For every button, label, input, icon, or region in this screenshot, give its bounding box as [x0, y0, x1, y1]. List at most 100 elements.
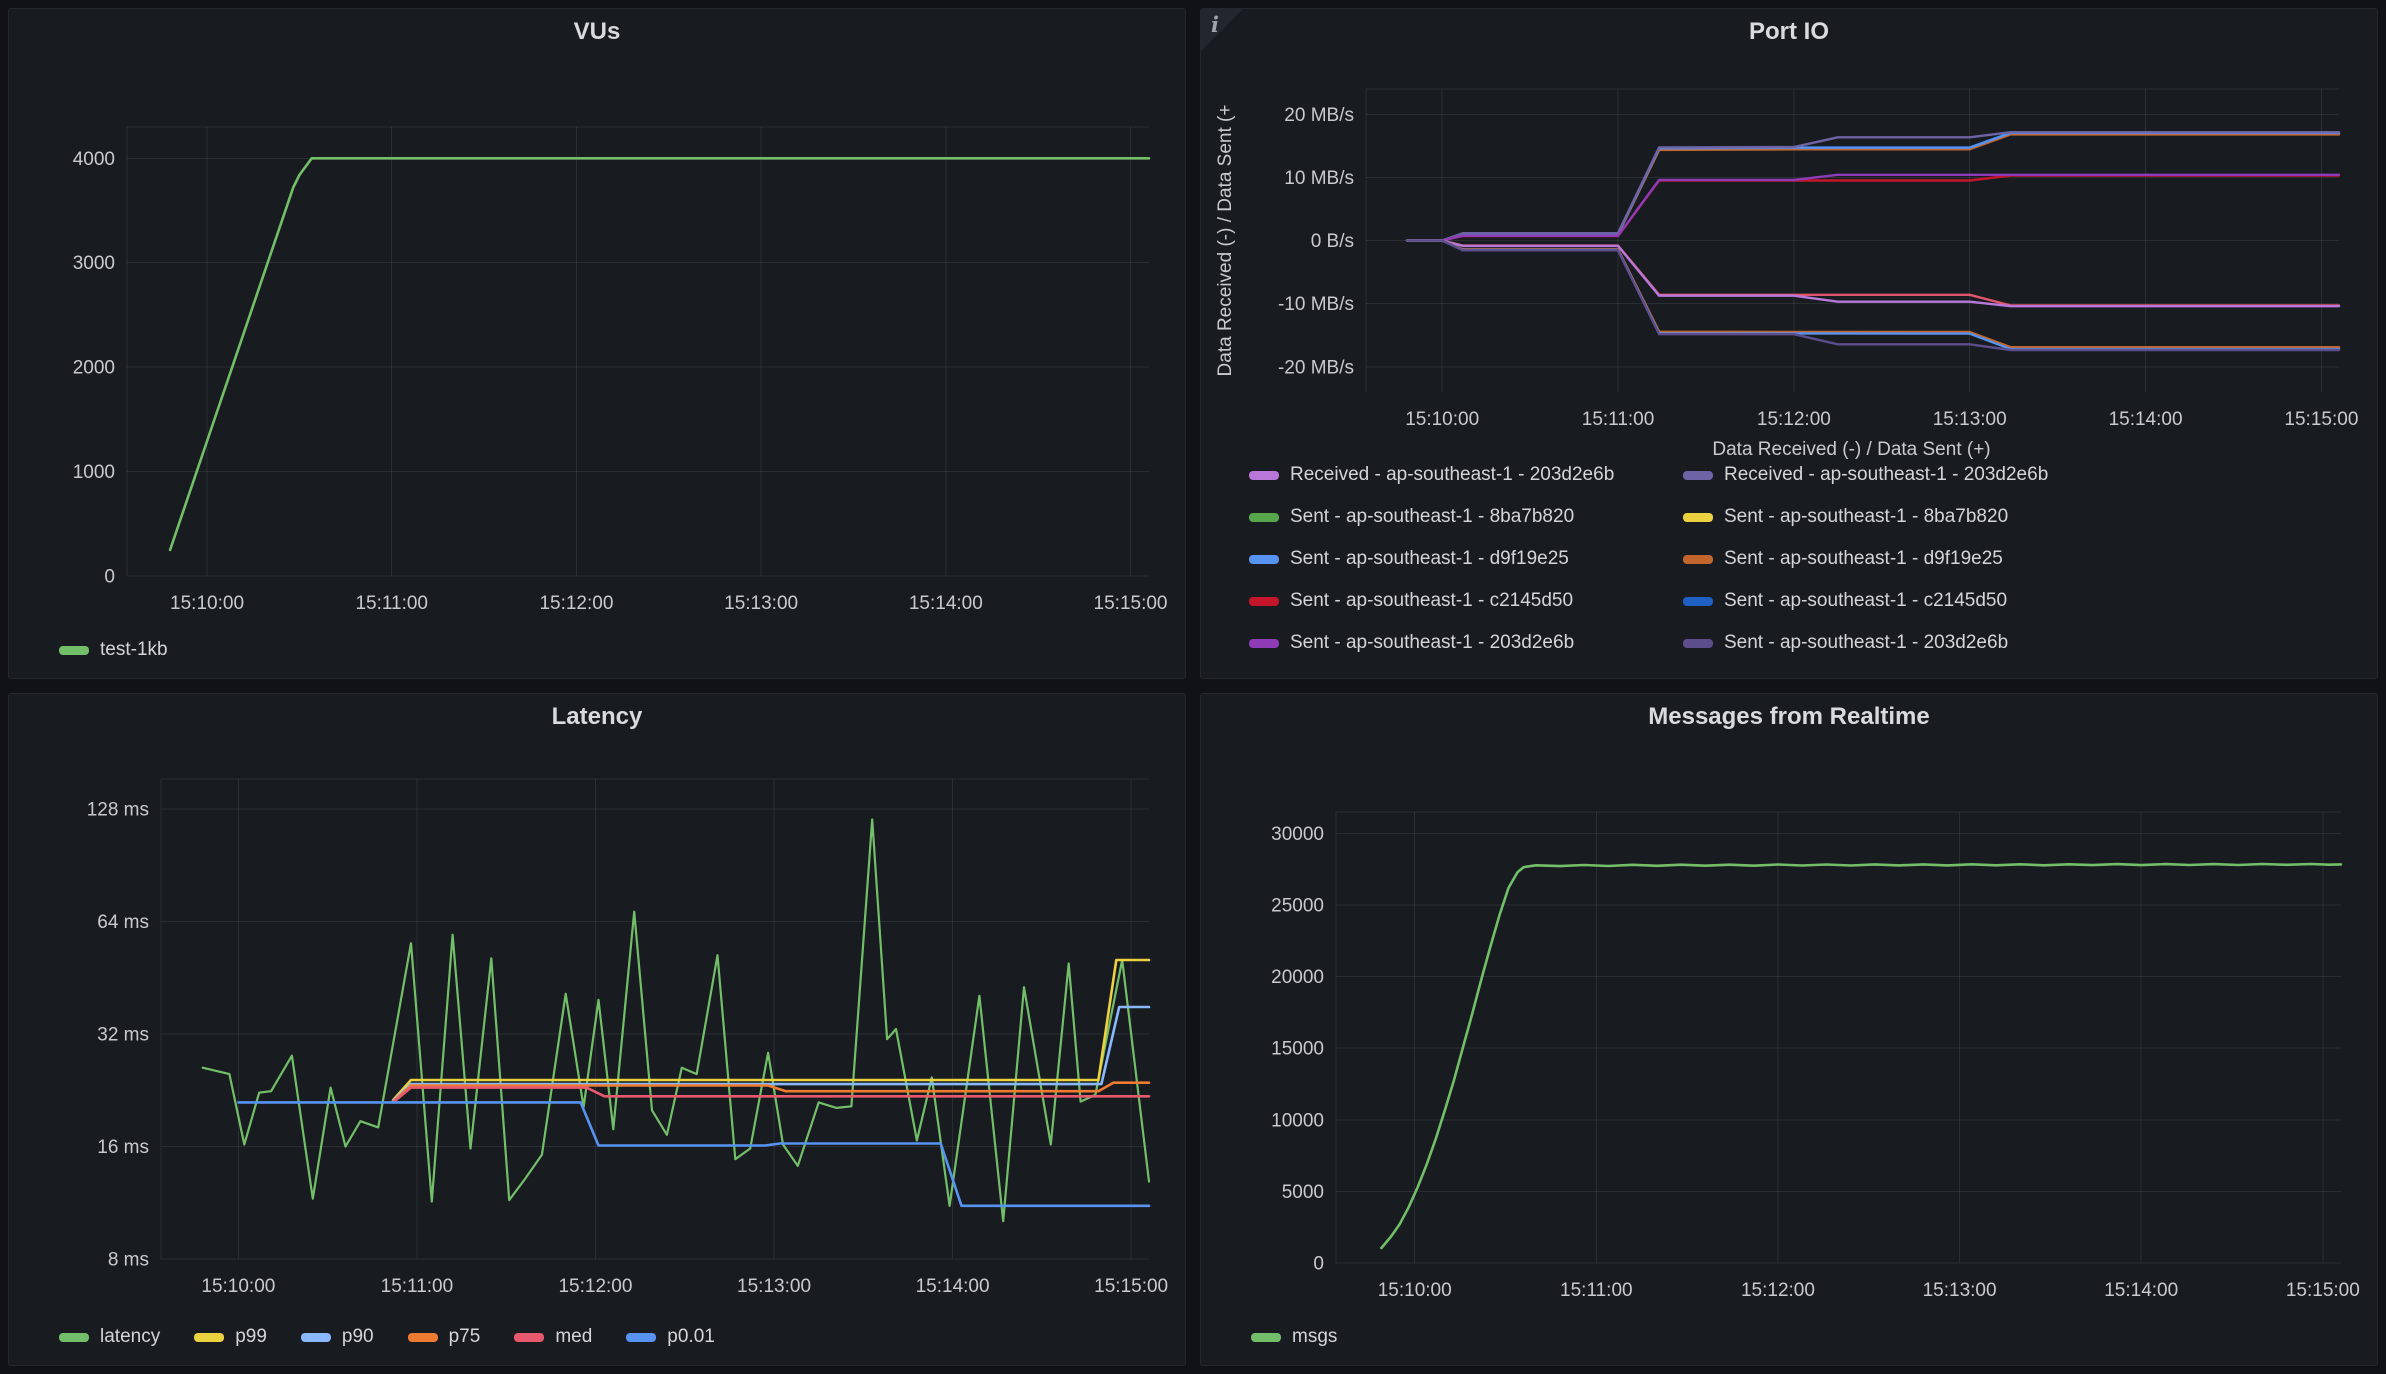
legend-item[interactable]: Sent - ap-southeast-1 - c2145d50: [1683, 580, 2377, 622]
svg-text:128 ms: 128 ms: [87, 800, 149, 821]
msgs-chart[interactable]: 15:10:0015:11:0015:12:0015:13:0015:14:00…: [1201, 738, 2378, 1307]
svg-text:15:10:00: 15:10:00: [170, 593, 244, 614]
legend-item[interactable]: p99: [194, 1326, 267, 1348]
portio-legend-viewport: Received - ap-southeast-1 - 203d2e6b Rece…: [1201, 464, 2377, 679]
series-sent-darkpurple: [1407, 175, 2339, 241]
svg-text:0: 0: [1313, 1254, 1324, 1275]
legend-item[interactable]: test-1kb: [59, 639, 168, 661]
svg-text:15:10:00: 15:10:00: [201, 1276, 275, 1297]
legend-swatch-icon: [194, 1333, 224, 1342]
series-latency: [203, 820, 1149, 1222]
legend-label: Sent - ap-southeast-1 - c2145d50: [1290, 590, 1573, 612]
svg-text:15:12:00: 15:12:00: [539, 593, 613, 614]
svg-text:15:14:00: 15:14:00: [916, 1276, 990, 1297]
svg-text:15:14:00: 15:14:00: [909, 593, 983, 614]
legend-item[interactable]: med: [514, 1326, 592, 1348]
svg-text:15:11:00: 15:11:00: [1582, 409, 1655, 430]
svg-text:15:15:00: 15:15:00: [1094, 593, 1168, 614]
legend-item[interactable]: Sent - ap-southeast-1 - 8ba7b820: [1249, 496, 1683, 538]
legend-item[interactable]: Sent - ap-southeast-1 - d9f19e25: [1249, 538, 1683, 580]
panel-title-portio: Port IO: [1201, 9, 2377, 53]
legend-swatch-icon: [1683, 639, 1713, 648]
svg-text:15:15:00: 15:15:00: [2286, 1280, 2360, 1301]
svg-text:64 ms: 64 ms: [97, 912, 149, 933]
legend-swatch-icon: [59, 646, 89, 655]
svg-text:20000: 20000: [1271, 967, 1324, 988]
svg-text:5000: 5000: [1282, 1182, 1324, 1203]
legend-swatch-icon: [59, 1333, 89, 1342]
legend-label: Received - ap-southeast-1 - 203d2e6b: [1724, 464, 2048, 486]
svg-text:15:12:00: 15:12:00: [1757, 409, 1831, 430]
legend-item[interactable]: msgs: [1251, 1326, 1337, 1348]
svg-text:10 MB/s: 10 MB/s: [1284, 168, 1354, 189]
legend-item[interactable]: latency: [59, 1326, 160, 1348]
vus-chart[interactable]: 15:10:0015:11:0015:12:0015:13:0015:14:00…: [9, 53, 1186, 620]
svg-text:15:10:00: 15:10:00: [1405, 409, 1479, 430]
legend-label: Sent - ap-southeast-1 - 8ba7b820: [1724, 506, 2008, 528]
legend-item[interactable]: p0.01: [626, 1326, 715, 1348]
svg-text:16 ms: 16 ms: [97, 1137, 149, 1158]
series-test-1kb: [170, 158, 1149, 550]
legend-swatch-icon: [626, 1333, 656, 1342]
series-p75: [393, 1083, 1149, 1102]
svg-text:15:14:00: 15:14:00: [2104, 1280, 2178, 1301]
panel-title-vus: VUs: [9, 9, 1185, 53]
info-icon[interactable]: i: [1211, 12, 1219, 37]
svg-text:8 ms: 8 ms: [108, 1250, 149, 1271]
svg-text:15:15:00: 15:15:00: [1094, 1276, 1168, 1297]
legend-swatch-icon: [1249, 555, 1279, 564]
legend-item[interactable]: Sent - ap-southeast-1 - 8ba7b820: [1683, 496, 2377, 538]
grafana-dashboard: VUs 15:10:0015:11:0015:12:0015:13:0015:1…: [0, 0, 2386, 1374]
legend-label: latency: [100, 1326, 160, 1348]
svg-text:15:13:00: 15:13:00: [1933, 409, 2007, 430]
legend-label: Sent - ap-southeast-1 - d9f19e25: [1290, 548, 1569, 570]
svg-text:-20 MB/s: -20 MB/s: [1278, 357, 1354, 378]
legend-swatch-icon: [514, 1333, 544, 1342]
legend-swatch-icon: [1249, 639, 1279, 648]
legend-label: Received - ap-southeast-1 - 203d2e6b: [1290, 464, 1614, 486]
latency-chart[interactable]: 15:10:00 15:11:00 15:12:00 15:13:00 15:14:00…: [9, 738, 1186, 1307]
legend-label: msgs: [1292, 1326, 1337, 1348]
legend-label: p99: [235, 1326, 267, 1348]
svg-text:0 B/s: 0 B/s: [1311, 231, 1354, 252]
legend-item[interactable]: Sent - ap-southeast-1 - 203d2e6b: [1249, 622, 1683, 664]
svg-text:15000: 15000: [1271, 1039, 1324, 1060]
svg-text:3000: 3000: [73, 253, 115, 274]
legend-label: Sent - ap-southeast-1 - c2145d50: [1724, 590, 2007, 612]
legend-item[interactable]: Sent - ap-southeast-1 - 203d2e6b: [1683, 622, 2377, 664]
portio-chart[interactable]: 15:10:0015:11:0015:12:0015:13:0015:14:00…: [1201, 53, 2378, 438]
legend-swatch-icon: [1683, 513, 1713, 522]
series-med: [393, 1088, 1149, 1103]
svg-text:15:12:00: 15:12:00: [1741, 1280, 1815, 1301]
legend-swatch-icon: [1683, 597, 1713, 606]
panel-title-latency: Latency: [9, 694, 1185, 738]
legend-item[interactable]: p90: [301, 1326, 374, 1348]
legend-item[interactable]: Received - ap-southeast-1 - 203d2e6b: [1683, 464, 2377, 496]
svg-text:15:13:00: 15:13:00: [737, 1276, 811, 1297]
svg-text:15:10:00: 15:10:00: [1378, 1280, 1452, 1301]
legend-label: Sent - ap-southeast-1 - 8ba7b820: [1290, 506, 1574, 528]
legend-swatch-icon: [1249, 513, 1279, 522]
panel-latency: Latency 15:10:00 15:11:00 15:12:00 15:13:00…: [8, 693, 1186, 1366]
legend-item[interactable]: Sent - ap-southeast-1 - c2145d50: [1249, 580, 1683, 622]
legend-swatch-icon: [1683, 555, 1713, 564]
portio-legend: Received - ap-southeast-1 - 203d2e6b Rece…: [1201, 464, 2377, 664]
latency-legend: latency p99 p90 p75 med p0.01: [9, 1307, 1185, 1366]
legend-label: test-1kb: [100, 639, 168, 661]
svg-text:15:12:00: 15:12:00: [558, 1276, 632, 1297]
legend-item[interactable]: p75: [408, 1326, 481, 1348]
svg-text:10000: 10000: [1271, 1110, 1324, 1131]
series-sent-darkred: [1407, 176, 2339, 241]
legend-label: med: [555, 1326, 592, 1348]
legend-label: Sent - ap-southeast-1 - 203d2e6b: [1724, 632, 2008, 654]
legend-swatch-icon: [408, 1333, 438, 1342]
svg-text:30000: 30000: [1271, 824, 1324, 845]
legend-item[interactable]: Sent - ap-southeast-1 - d9f19e25: [1683, 538, 2377, 580]
svg-text:15:13:00: 15:13:00: [724, 593, 798, 614]
panel-vus: VUs 15:10:0015:11:0015:12:0015:13:0015:1…: [8, 8, 1186, 679]
svg-text:15:11:00: 15:11:00: [381, 1276, 454, 1297]
panel-portio: i Port IO 15:10:00 15:11:00 15:12:00 15:13:…: [1200, 8, 2378, 679]
legend-item[interactable]: Received - ap-southeast-1 - 203d2e6b: [1249, 464, 1683, 496]
legend-swatch-icon: [1249, 471, 1279, 480]
svg-text:4000: 4000: [73, 149, 115, 170]
